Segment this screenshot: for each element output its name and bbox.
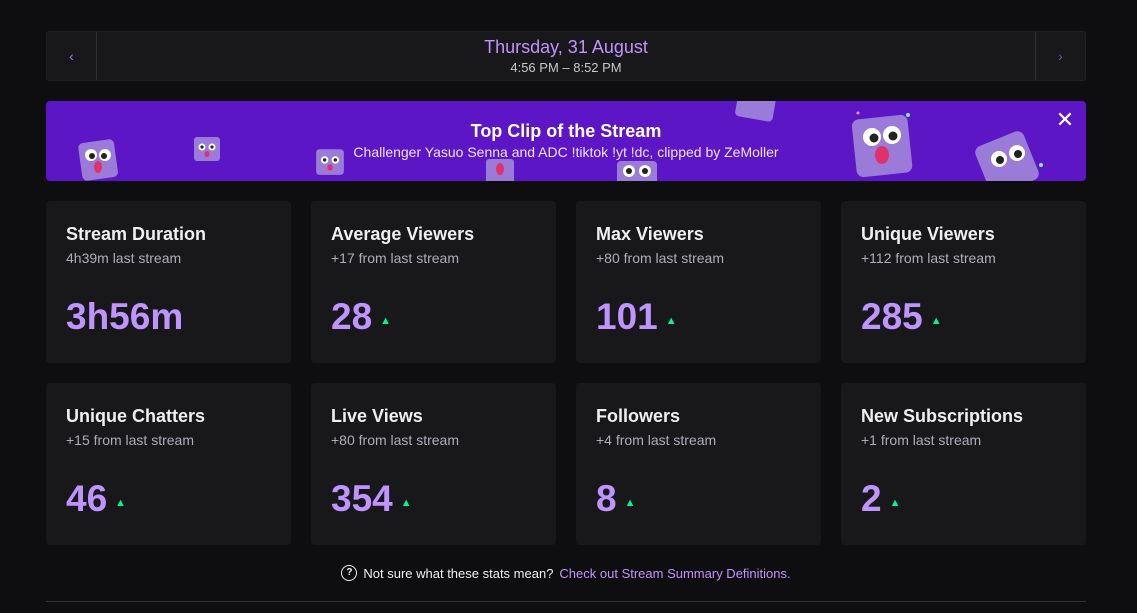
stat-card: Unique Viewers +112 from last stream 285 ▲ bbox=[841, 201, 1086, 363]
stat-comparison: +15 from last stream bbox=[66, 432, 194, 448]
stream-summary: ‹ Thursday, 31 August 4:56 PM – 8:52 PM … bbox=[46, 31, 1086, 602]
stat-title: Max Viewers bbox=[596, 224, 704, 244]
trend-up-icon: ▲ bbox=[624, 497, 636, 509]
stat-card: Max Viewers +80 from last stream 101 ▲ bbox=[576, 201, 821, 363]
stats-grid: Stream Duration 4h39m last stream 3h56m Ave… bbox=[46, 201, 1086, 545]
clip-banner-subtitle: Challenger Yasuo Senna and ADC !tiktok !… bbox=[353, 144, 779, 160]
stat-title: Unique Viewers bbox=[861, 224, 995, 244]
mascot-icon bbox=[735, 101, 776, 122]
mascot-icon bbox=[851, 111, 913, 178]
trend-up-icon: ▲ bbox=[665, 315, 677, 327]
stat-value: 2 bbox=[861, 478, 882, 519]
stat-value: 101 bbox=[596, 296, 658, 337]
stream-summary-definitions-link[interactable]: Check out Stream Summary Definitions. bbox=[559, 566, 790, 581]
divider bbox=[46, 601, 1086, 602]
stat-card: Unique Chatters +15 from last stream 46 ▲ bbox=[46, 383, 291, 545]
mascot-icon bbox=[78, 139, 118, 181]
stat-value-row: 46 ▲ bbox=[66, 479, 126, 519]
stat-value-row: 2 ▲ bbox=[861, 479, 900, 519]
stat-title: Followers bbox=[596, 406, 681, 426]
mascot-icon bbox=[486, 159, 514, 181]
next-stream-button[interactable]: › bbox=[1035, 32, 1085, 80]
stat-title: Unique Chatters bbox=[66, 406, 206, 426]
stat-title: Stream Duration bbox=[66, 224, 207, 244]
stat-comparison: +17 from last stream bbox=[331, 250, 459, 266]
trend-up-icon: ▲ bbox=[115, 497, 127, 509]
stat-value-row: 28 ▲ bbox=[331, 297, 391, 337]
stat-card: Stream Duration 4h39m last stream 3h56m bbox=[46, 201, 291, 363]
stat-card: New Subscriptions +1 from last stream 2 ▲ bbox=[841, 383, 1086, 545]
question-circle-icon: ? bbox=[341, 565, 358, 581]
trend-up-icon: ▲ bbox=[380, 315, 392, 327]
date-navigator: ‹ Thursday, 31 August 4:56 PM – 8:52 PM … bbox=[46, 31, 1086, 81]
stat-comparison: +112 from last stream bbox=[861, 250, 996, 266]
stat-comparison: +80 from last stream bbox=[596, 250, 724, 266]
mascot-icon bbox=[316, 149, 344, 175]
close-icon: ✕ bbox=[1055, 107, 1075, 132]
stream-date: Thursday, 31 August bbox=[484, 36, 648, 57]
stat-value: 285 bbox=[861, 296, 923, 337]
stat-value-row: 101 ▲ bbox=[596, 297, 677, 337]
trend-up-icon: ▲ bbox=[400, 497, 412, 509]
chevron-left-icon: ‹ bbox=[69, 48, 74, 64]
chevron-right-icon: › bbox=[1058, 48, 1063, 64]
stream-time-range: 4:56 PM – 8:52 PM bbox=[510, 59, 622, 75]
stat-value: 46 bbox=[66, 478, 108, 519]
stat-title: Live Views bbox=[331, 406, 423, 426]
stat-card: Average Viewers +17 from last stream 28 ▲ bbox=[311, 201, 556, 363]
previous-stream-button[interactable]: ‹ bbox=[47, 32, 97, 80]
stat-title: Average Viewers bbox=[331, 224, 475, 244]
stat-value-row: 8 ▲ bbox=[596, 479, 635, 519]
trend-up-icon: ▲ bbox=[889, 497, 901, 509]
stat-card: Live Views +80 from last stream 354 ▲ bbox=[311, 383, 556, 545]
stat-comparison: +80 from last stream bbox=[331, 432, 459, 448]
stat-title: New Subscriptions bbox=[861, 406, 1024, 426]
stat-value: 28 bbox=[331, 296, 373, 337]
stat-comparison: +4 from last stream bbox=[596, 432, 717, 448]
stat-card: Followers +4 from last stream 8 ▲ bbox=[576, 383, 821, 545]
stats-help: ? Not sure what these stats mean? Check … bbox=[46, 565, 1086, 581]
clip-banner-title: Top Clip of the Stream bbox=[470, 121, 662, 141]
stat-value: 354 bbox=[331, 478, 393, 519]
stat-comparison: +1 from last stream bbox=[861, 432, 982, 448]
help-text: Not sure what these stats mean? bbox=[363, 565, 554, 581]
top-clip-banner[interactable]: Top Clip of the Stream Challenger Yasuo … bbox=[46, 101, 1086, 181]
stat-value: 3h56m bbox=[66, 296, 184, 337]
stat-value-row: 354 ▲ bbox=[331, 479, 412, 519]
mascot-icon bbox=[194, 137, 220, 161]
trend-up-icon: ▲ bbox=[930, 315, 942, 327]
close-banner-button[interactable]: ✕ bbox=[1054, 109, 1076, 131]
stat-value-row: 3h56m bbox=[66, 297, 183, 337]
date-display: Thursday, 31 August 4:56 PM – 8:52 PM bbox=[97, 32, 1035, 80]
stat-value: 8 bbox=[596, 478, 617, 519]
stat-value-row: 285 ▲ bbox=[861, 297, 942, 337]
mascot-icon bbox=[617, 161, 657, 181]
mascot-icon bbox=[975, 131, 1043, 181]
stat-comparison: 4h39m last stream bbox=[66, 250, 182, 266]
